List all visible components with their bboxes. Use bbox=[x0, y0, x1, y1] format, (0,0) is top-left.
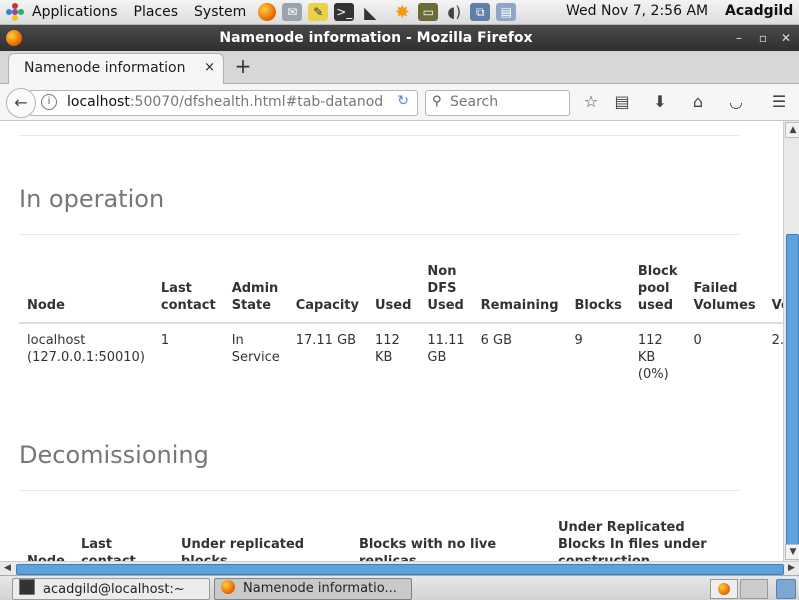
cell-last-contact: 1 bbox=[160, 333, 170, 348]
hamburger-menu-icon[interactable]: ☰ bbox=[768, 92, 790, 112]
monitor-icon[interactable]: ▭ bbox=[418, 3, 439, 21]
tab-strip: Namenode information × + bbox=[0, 51, 799, 84]
task-terminal[interactable]: acadgild@localhost:~ bbox=[12, 578, 210, 600]
col-blocks[interactable]: Blocks bbox=[567, 263, 630, 323]
applications-menu[interactable]: Applications bbox=[24, 4, 126, 20]
cell-blocks: 9 bbox=[574, 333, 583, 348]
decommissioning-table: Node Last contact Under replicated block… bbox=[19, 519, 742, 561]
places-menu[interactable]: Places bbox=[126, 4, 187, 20]
bottom-taskbar: acadgild@localhost:~ Namenode informatio… bbox=[0, 575, 799, 600]
col-last-contact[interactable]: Last contact bbox=[153, 263, 224, 323]
network-icon[interactable]: ⧉ bbox=[470, 3, 491, 21]
home-icon[interactable]: ⌂ bbox=[687, 92, 709, 112]
gnome-foot-icon[interactable] bbox=[6, 3, 24, 21]
horizontal-scroll-thumb[interactable] bbox=[16, 564, 784, 575]
downloads-icon[interactable]: ⬇ bbox=[649, 92, 671, 112]
in-operation-table: Node Last contact Admin State Capacity U… bbox=[19, 263, 783, 383]
col-under-replicated[interactable]: Under replicated blocks bbox=[173, 519, 351, 561]
horizontal-scrollbar[interactable]: ◀ ▶ bbox=[0, 561, 799, 576]
scroll-down-icon[interactable]: ▼ bbox=[785, 544, 799, 560]
cell-failed-volumes: 0 bbox=[693, 333, 702, 348]
sun-icon[interactable]: ✸ bbox=[392, 2, 412, 23]
col-block-pool-used[interactable]: Block pool used bbox=[630, 263, 686, 323]
pocket-icon[interactable]: ◡ bbox=[725, 92, 747, 112]
cell-remaining: 6 GB bbox=[480, 333, 513, 348]
url-text[interactable]: localhost:50070/dfshealth.html#tab-datan… bbox=[67, 94, 385, 110]
in-operation-heading: In operation bbox=[19, 185, 165, 213]
search-input[interactable] bbox=[448, 93, 567, 111]
cell-capacity: 17.11 GB bbox=[295, 333, 357, 348]
cell-used: 112 KB bbox=[374, 333, 400, 365]
window-titlebar: Namenode information - Mozilla Firefox –… bbox=[0, 25, 799, 51]
close-tab-icon[interactable]: × bbox=[204, 60, 215, 75]
cell-version: 2.6.5 bbox=[771, 333, 783, 348]
minimize-icon[interactable]: – bbox=[730, 29, 748, 47]
table-header-row: Node Last contact Under replicated block… bbox=[19, 519, 742, 561]
workspace-1[interactable] bbox=[710, 579, 738, 599]
search-icon: ⚲ bbox=[432, 94, 442, 109]
navigation-bar: i localhost:50070/dfshealth.html#tab-dat… bbox=[0, 84, 799, 121]
table-row: localhost (127.0.0.1:50010) 1 In Service… bbox=[19, 323, 783, 383]
url-bar[interactable]: i localhost:50070/dfshealth.html#tab-dat… bbox=[30, 90, 418, 116]
search-box[interactable]: ⚲ bbox=[425, 90, 570, 116]
clock[interactable]: Wed Nov 7, 2:56 AM bbox=[566, 3, 708, 19]
clipboard-icon[interactable]: ▤ bbox=[496, 3, 517, 21]
col-admin-state[interactable]: Admin State bbox=[224, 263, 288, 323]
divider bbox=[19, 234, 739, 235]
col-last-contact[interactable]: Last contact bbox=[73, 519, 173, 561]
volume-icon[interactable]: ◖) bbox=[444, 3, 464, 21]
tab-label: Namenode information bbox=[24, 60, 186, 76]
info-icon[interactable]: i bbox=[41, 94, 57, 110]
bookmark-star-icon[interactable]: ☆ bbox=[580, 92, 602, 112]
col-no-live-replicas[interactable]: Blocks with no live replicas bbox=[351, 519, 550, 561]
system-menu[interactable]: System bbox=[186, 4, 254, 20]
reload-icon[interactable]: ↻ bbox=[397, 93, 409, 109]
col-under-construction[interactable]: Under Replicated Blocks In files under c… bbox=[550, 519, 742, 561]
new-tab-button[interactable]: + bbox=[232, 55, 254, 77]
tab-namenode-information[interactable]: Namenode information × bbox=[8, 53, 224, 84]
col-node[interactable]: Node bbox=[19, 263, 153, 323]
cell-block-pool-used: 112 KB (0%) bbox=[637, 333, 669, 382]
col-version[interactable]: Version bbox=[764, 263, 783, 323]
vertical-scroll-thumb[interactable] bbox=[786, 234, 799, 552]
terminal-icon[interactable]: >_ bbox=[334, 3, 355, 21]
col-failed-volumes[interactable]: Failed Volumes bbox=[686, 263, 764, 323]
scroll-right-icon[interactable]: ▶ bbox=[785, 562, 798, 575]
scroll-up-icon[interactable]: ▲ bbox=[785, 122, 799, 138]
notes-icon[interactable]: ✎ bbox=[308, 3, 329, 21]
dolphin-icon[interactable]: ◣ bbox=[360, 3, 380, 22]
divider bbox=[19, 135, 739, 136]
terminal-icon bbox=[19, 579, 35, 595]
table-header-row: Node Last contact Admin State Capacity U… bbox=[19, 263, 783, 323]
mail-icon[interactable]: ✉ bbox=[282, 3, 303, 21]
trash-icon[interactable] bbox=[776, 579, 796, 599]
col-capacity[interactable]: Capacity bbox=[288, 263, 367, 323]
cell-non-dfs-used: 11.11 GB bbox=[427, 333, 465, 365]
firefox-launcher-icon[interactable] bbox=[258, 3, 277, 21]
firefox-icon bbox=[718, 583, 730, 595]
col-used[interactable]: Used bbox=[367, 263, 419, 323]
window-title: Namenode information - Mozilla Firefox bbox=[219, 30, 533, 46]
back-button[interactable]: ← bbox=[6, 88, 36, 118]
decommissioning-heading: Decomissioning bbox=[19, 441, 209, 469]
cell-node[interactable]: localhost (127.0.0.1:50010) bbox=[19, 323, 153, 383]
reading-list-icon[interactable]: ▤ bbox=[611, 92, 633, 112]
vertical-scrollbar[interactable]: ▲ ▼ bbox=[783, 121, 799, 561]
divider bbox=[19, 490, 739, 491]
col-remaining[interactable]: Remaining bbox=[473, 263, 567, 323]
top-panel: Applications Places System ✉ ✎ >_ ◣ ✸ ▭ … bbox=[0, 0, 799, 25]
cell-admin-state: In Service bbox=[231, 333, 280, 365]
firefox-icon bbox=[221, 580, 235, 594]
scroll-left-icon[interactable]: ◀ bbox=[1, 562, 14, 575]
task-firefox[interactable]: Namenode informatio... bbox=[214, 578, 412, 600]
user-name[interactable]: Acadgild bbox=[725, 3, 793, 19]
col-node[interactable]: Node bbox=[19, 519, 73, 561]
maximize-icon[interactable]: ▫ bbox=[754, 29, 772, 47]
page-content: In operation Node Last contact Admin Sta… bbox=[0, 121, 783, 561]
col-non-dfs-used[interactable]: Non DFS Used bbox=[419, 263, 472, 323]
close-window-icon[interactable]: ✕ bbox=[777, 29, 795, 47]
workspace-2[interactable] bbox=[740, 579, 768, 599]
